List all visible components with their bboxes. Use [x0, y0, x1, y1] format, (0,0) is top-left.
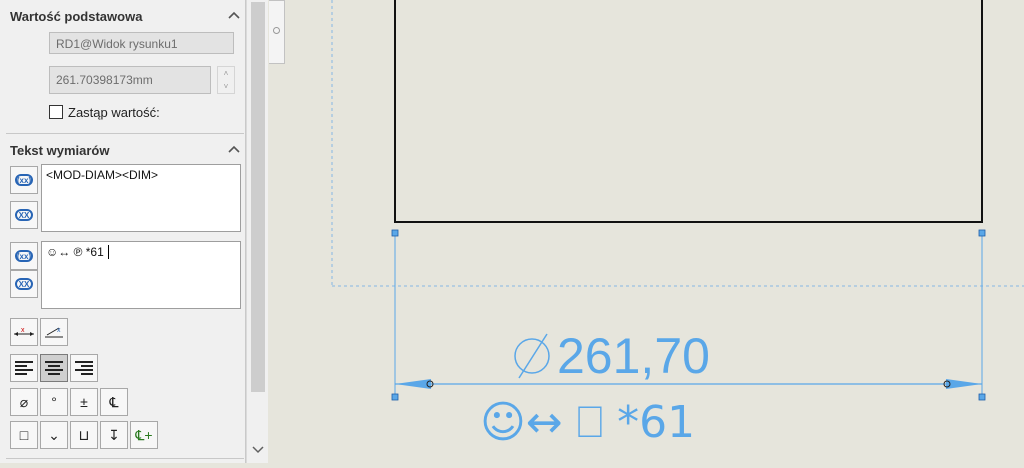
dimension-text-below-input[interactable]: ☺↔ ℗ *61 [41, 241, 241, 309]
degree-symbol-button[interactable]: ° [40, 388, 68, 416]
below-text-value: ☺↔ ℗ *61 [46, 245, 104, 259]
chevron-up-icon[interactable] [228, 11, 240, 19]
section-divider [6, 458, 244, 459]
panel-scrollbar[interactable] [246, 0, 269, 463]
plus-minus-icon: ± [80, 394, 88, 410]
depth-icon: ↧ [108, 426, 120, 443]
section-title-dimension-text: Tekst wymiarów [10, 143, 110, 158]
svg-text:x: x [57, 327, 61, 334]
grip-handle[interactable] [978, 229, 986, 237]
part-outline[interactable] [394, 0, 983, 223]
center-dimension-button-2[interactable]: XX [10, 270, 38, 298]
text-cursor [107, 245, 113, 259]
text-angle-button[interactable]: x [40, 318, 68, 346]
more-symbols-button[interactable]: ℄+ [130, 421, 158, 449]
add-parentheses-button[interactable]: (xx) [10, 166, 38, 194]
degree-icon: ° [51, 394, 57, 410]
offset-text-icon: x [14, 327, 34, 336]
more-symbols-icon: ℄+ [135, 426, 153, 443]
square-icon: □ [19, 427, 29, 443]
grip-handle[interactable] [391, 393, 399, 401]
arrow-right-icon [946, 379, 982, 389]
pin-icon [273, 27, 280, 34]
override-value-checkbox[interactable] [49, 105, 63, 119]
add-parentheses-icon: (xx) [15, 174, 33, 186]
centerline-icon: ℄ [109, 393, 119, 410]
align-left-button[interactable] [10, 354, 38, 382]
center-dimension-icon: XX [15, 278, 33, 290]
property-manager-panel: Wartość podstawowa RD1@Widok rysunku1 26… [0, 0, 246, 463]
chevron-down-icon[interactable] [252, 446, 264, 454]
align-center-button[interactable] [40, 354, 68, 382]
depth-symbol-button[interactable]: ↧ [100, 421, 128, 449]
counterbore-symbol-button[interactable]: ⊔ [70, 421, 98, 449]
center-dimension-icon: XX [15, 209, 33, 221]
offset-text-button[interactable]: x [10, 318, 38, 346]
dimension-text[interactable]: 261,70 ☺↔ ⎕ *61 [480, 328, 710, 448]
section-divider [6, 133, 244, 134]
center-dimension-button[interactable]: XX [10, 201, 38, 229]
dimension-below-text: ☺↔ ⎕ *61 [480, 397, 695, 448]
section-title-primary-value: Wartość podstawowa [10, 9, 143, 24]
text-angle-icon: x [45, 327, 63, 338]
dimension-text-main-input[interactable]: <MOD-DIAM><DIM> [41, 164, 241, 232]
plus-minus-symbol-button[interactable]: ± [70, 388, 98, 416]
dimension-name-field[interactable]: RD1@Widok rysunku1 [49, 32, 234, 54]
spin-down-icon[interactable]: ˅ [218, 80, 234, 93]
spin-up-icon[interactable]: ˄ [218, 67, 234, 80]
align-center-icon [45, 361, 63, 375]
add-parentheses-icon: (xx) [15, 250, 33, 262]
dimension-value-text: 261,70 [557, 328, 710, 384]
sheet-tab-handle[interactable] [269, 0, 285, 64]
grip-handle[interactable] [391, 229, 399, 237]
arrow-left-icon [395, 379, 431, 389]
override-value-label: Zastąp wartość: [68, 105, 160, 120]
svg-text:x: x [21, 327, 25, 334]
dimension-value-field[interactable]: 261.70398173mm [49, 66, 211, 94]
grip-handle[interactable] [978, 393, 986, 401]
drawing-canvas[interactable]: 261,70 ☺↔ ⎕ *61 [268, 0, 1024, 463]
countersink-icon: ⌄ [48, 426, 60, 443]
value-spinner[interactable]: ˄ ˅ [217, 66, 235, 94]
square-symbol-button[interactable]: □ [10, 421, 38, 449]
add-parentheses-button-2[interactable]: (xx) [10, 242, 38, 270]
chevron-up-icon[interactable] [228, 145, 240, 153]
counterbore-icon: ⊔ [78, 426, 90, 443]
align-right-button[interactable] [70, 354, 98, 382]
diameter-icon: ⌀ [19, 393, 29, 410]
diameter-symbol-button[interactable]: ⌀ [10, 388, 38, 416]
countersink-symbol-button[interactable]: ⌄ [40, 421, 68, 449]
scrollbar-thumb[interactable] [251, 2, 265, 392]
centerline-symbol-button[interactable]: ℄ [100, 388, 128, 416]
align-left-icon [15, 361, 33, 375]
align-right-icon [75, 361, 93, 375]
drawing-sheet: 261,70 ☺↔ ⎕ *61 [331, 0, 1024, 448]
diameter-icon [514, 338, 550, 374]
